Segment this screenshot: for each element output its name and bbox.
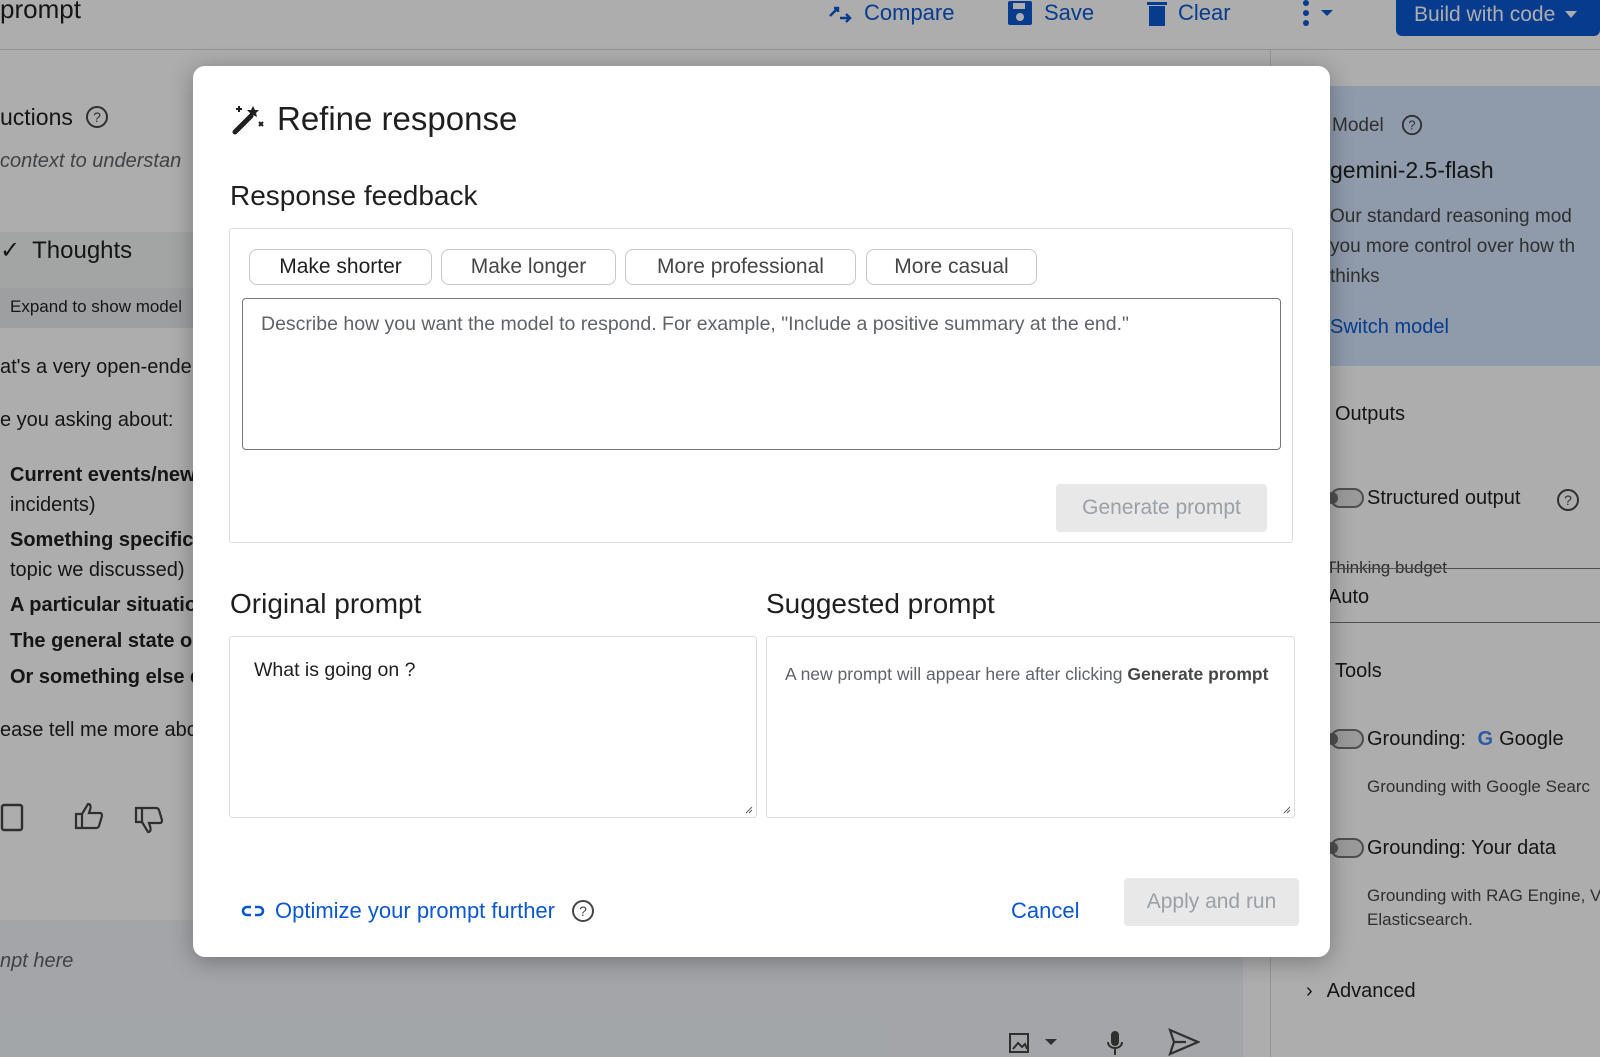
suggested-prompt-hint-bold: Generate prompt (1127, 664, 1269, 684)
refine-response-dialog: Refine response Response feedback Make s… (193, 66, 1330, 957)
generate-prompt-button[interactable]: Generate prompt (1056, 484, 1267, 532)
optimize-label: Optimize your prompt further (275, 898, 555, 923)
help-icon[interactable]: ? (571, 899, 595, 923)
make-shorter-chip[interactable]: Make shorter (249, 249, 432, 285)
suggested-prompt-title: Suggested prompt (766, 588, 995, 619)
original-prompt-value: What is going on ? (254, 659, 416, 681)
cancel-button[interactable]: Cancel (1011, 898, 1079, 924)
response-feedback-title: Response feedback (230, 180, 478, 211)
svg-text:?: ? (579, 903, 587, 919)
apply-and-run-button[interactable]: Apply and run (1124, 878, 1299, 926)
link-icon (241, 905, 265, 917)
optimize-prompt-link[interactable]: Optimize your prompt further ? (241, 898, 595, 924)
dialog-title: Refine response (277, 100, 518, 137)
resize-handle-icon[interactable] (745, 806, 753, 814)
feedback-panel: Make shorter Make longer More profession… (229, 228, 1293, 543)
suggested-prompt-hint: A new prompt will appear here after clic… (785, 664, 1128, 684)
feedback-input[interactable] (242, 298, 1281, 450)
original-prompt-field[interactable]: What is going on ? (229, 636, 757, 818)
more-casual-chip[interactable]: More casual (866, 249, 1037, 285)
magic-wand-icon (232, 106, 264, 135)
dialog-header: Refine response (231, 100, 517, 138)
more-professional-chip[interactable]: More professional (625, 249, 856, 285)
original-prompt-title: Original prompt (230, 588, 422, 619)
make-longer-chip[interactable]: Make longer (441, 249, 616, 285)
suggested-prompt-field[interactable]: A new prompt will appear here after clic… (766, 636, 1295, 818)
resize-handle-icon[interactable] (1283, 806, 1291, 814)
